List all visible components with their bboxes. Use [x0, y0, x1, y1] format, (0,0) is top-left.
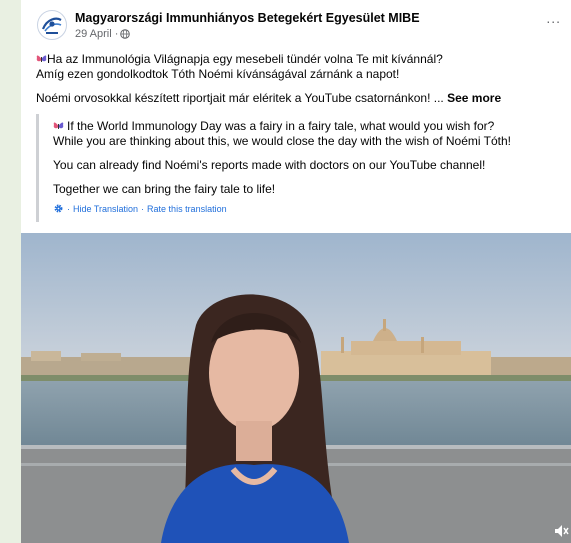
translation-line-3: You can already find Noémi's reports mad…	[53, 158, 486, 172]
speaker-icon[interactable]	[553, 523, 569, 539]
page-name-link[interactable]: Magyarországi Immunhiányos Betegekért Eg…	[75, 11, 420, 25]
butterfly-icon	[53, 122, 64, 129]
translation-separator: ·	[67, 203, 70, 214]
post-line-1: Ha az Immunológia Világnapja egy mesebel…	[36, 52, 563, 67]
post-meta: 29 April ·	[75, 28, 131, 40]
globe-icon[interactable]	[120, 29, 131, 39]
translation-line-4: Together we can bring the fairy tale to …	[53, 182, 276, 196]
post-date[interactable]: 29 April ·	[75, 28, 118, 40]
translation-separator: ·	[141, 203, 145, 214]
translation-line-2: While you are thinking about this, we wo…	[53, 134, 512, 148]
translation-footer: · Hide Translation · Rate this translati…	[53, 203, 227, 214]
gear-icon	[54, 204, 63, 213]
mibe-logo-icon	[39, 12, 65, 38]
post-line-2: Amíg ezen gondolkodtok Tóth Noémi kíváns…	[36, 67, 400, 81]
post-line-3: Noémi orvosokkal készített riportjait má…	[36, 91, 502, 105]
butterfly-icon	[36, 55, 47, 62]
post-card: Magyarországi Immunhiányos Betegekért Eg…	[21, 0, 571, 543]
video-player[interactable]	[21, 233, 571, 543]
rate-translation-link[interactable]: Rate this translation	[147, 204, 227, 214]
video-frame	[21, 233, 571, 543]
translation-box: If the World Immunology Day was a fairy …	[36, 114, 561, 222]
page-avatar[interactable]	[37, 10, 67, 40]
translation-line-1: If the World Immunology Day was a fairy …	[53, 119, 494, 134]
see-more-link[interactable]: See more	[447, 91, 501, 105]
more-options-button[interactable]: ...	[546, 10, 561, 26]
hide-translation-link[interactable]: Hide Translation	[73, 204, 138, 214]
post-text-original: Ha az Immunológia Világnapja egy mesebel…	[36, 52, 563, 82]
post-header: Magyarországi Immunhiányos Betegekért Eg…	[37, 8, 571, 44]
